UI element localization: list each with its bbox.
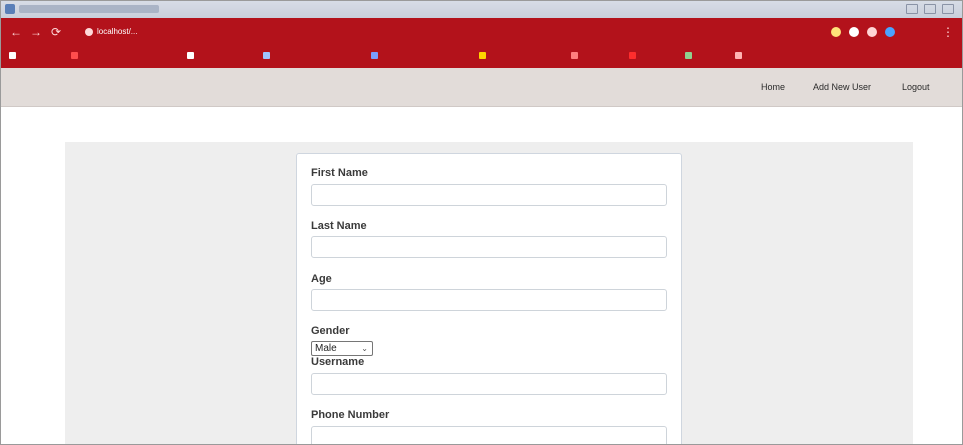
- chevron-down-icon: ⌄: [361, 344, 368, 353]
- address-bar[interactable]: localhost/...: [97, 27, 137, 36]
- bookmark-item[interactable]: [629, 52, 639, 60]
- app-icon: [5, 4, 15, 14]
- app-navbar: Home Add New User Logout: [1, 68, 962, 107]
- bookmark-item[interactable]: [371, 52, 381, 60]
- gender-select[interactable]: Male ⌄: [311, 341, 373, 356]
- bookmark-item[interactable]: [187, 52, 197, 60]
- back-icon[interactable]: ←: [9, 25, 23, 39]
- window-title: [19, 5, 159, 13]
- address-row: ← → ⟳ localhost/... ⋮: [1, 18, 962, 46]
- nav-link-home[interactable]: Home: [761, 82, 785, 92]
- bookmarks-bar: [1, 48, 962, 66]
- maximize-icon[interactable]: [924, 4, 936, 14]
- browser-toolbar: ← → ⟳ localhost/... ⋮: [1, 18, 962, 68]
- username-input[interactable]: [311, 373, 667, 395]
- profile-avatar-icon[interactable]: [885, 27, 895, 37]
- age-input[interactable]: [311, 289, 667, 311]
- bookmark-item[interactable]: [71, 52, 81, 60]
- phone-number-input[interactable]: [311, 426, 667, 444]
- extension-icon[interactable]: [849, 27, 859, 37]
- gender-selected-value: Male: [315, 343, 337, 354]
- browser-window: ← → ⟳ localhost/... ⋮ Home Add New User: [0, 0, 963, 445]
- reload-icon[interactable]: ⟳: [49, 25, 63, 39]
- gender-label: Gender: [311, 325, 350, 337]
- first-name-label: First Name: [311, 167, 368, 179]
- age-label: Age: [311, 273, 332, 285]
- extension-icon[interactable]: [867, 27, 877, 37]
- last-name-label: Last Name: [311, 220, 367, 232]
- bookmark-item[interactable]: [571, 52, 581, 60]
- bookmark-item[interactable]: [9, 52, 19, 60]
- bookmark-item[interactable]: [263, 52, 273, 60]
- bookmark-item[interactable]: [735, 52, 745, 60]
- add-user-form: First Name Last Name Age Gender Male ⌄ U…: [296, 153, 682, 444]
- bookmark-item[interactable]: [479, 52, 489, 60]
- close-icon[interactable]: [942, 4, 954, 14]
- username-label: Username: [311, 356, 365, 368]
- extension-icon[interactable]: [831, 27, 841, 37]
- bookmark-item[interactable]: [685, 52, 695, 60]
- first-name-input[interactable]: [311, 184, 667, 206]
- phone-number-label: Phone Number: [311, 409, 390, 421]
- minimize-icon[interactable]: [906, 4, 918, 14]
- menu-icon[interactable]: ⋮: [941, 25, 955, 39]
- forward-icon[interactable]: →: [29, 25, 43, 39]
- url-text: localhost/...: [97, 27, 138, 36]
- nav-link-logout[interactable]: Logout: [902, 82, 930, 92]
- window-title-bar: [1, 1, 962, 18]
- window-controls: [906, 4, 954, 14]
- site-info-icon[interactable]: [85, 28, 93, 36]
- last-name-input[interactable]: [311, 236, 667, 258]
- nav-link-add-new-user[interactable]: Add New User: [813, 82, 871, 92]
